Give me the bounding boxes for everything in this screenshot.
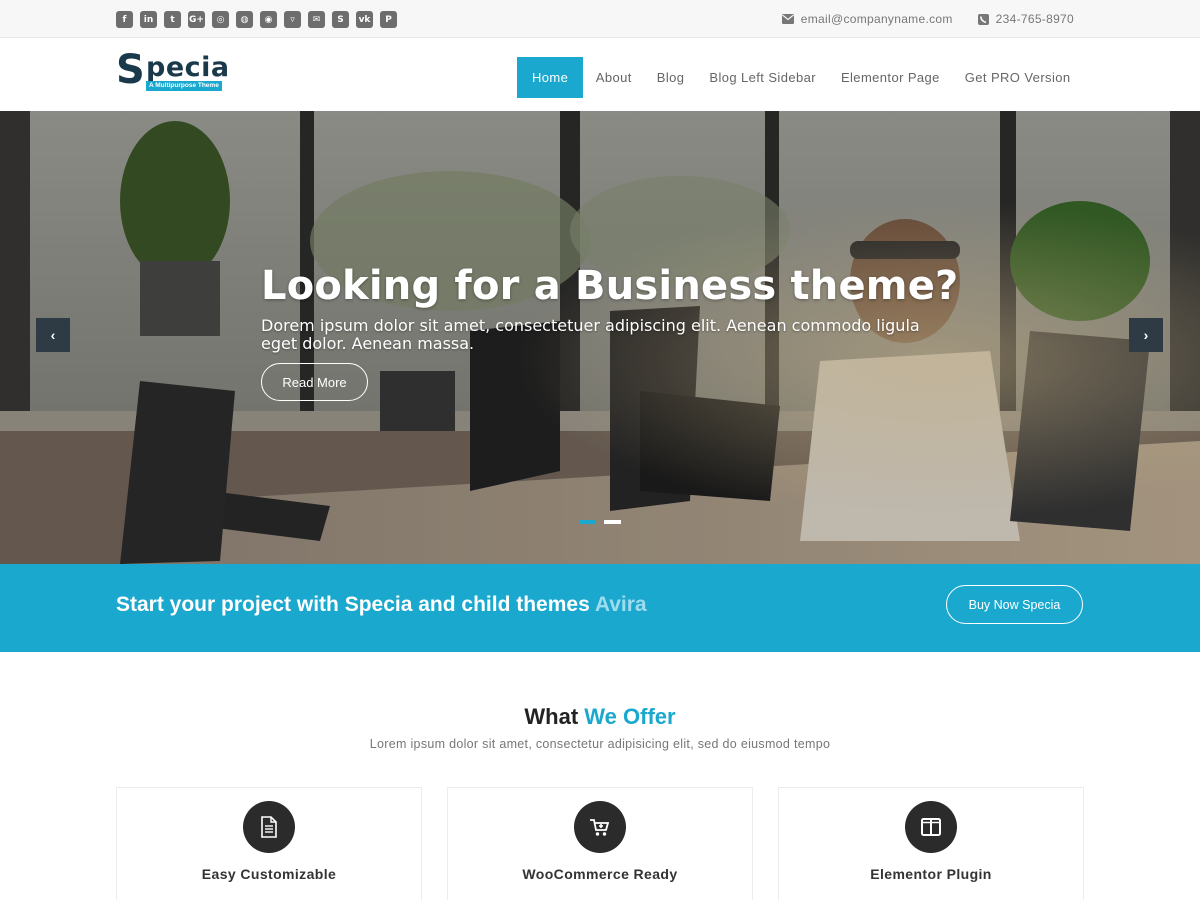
service-card-label: WooCommerce Ready [522, 866, 678, 882]
service-card-woocommerce: WooCommerce Ready [447, 787, 753, 900]
dribbble-icon[interactable]: ◍ [236, 11, 253, 28]
hero-title: Looking for a Business theme? [261, 263, 959, 309]
hero-description: Dorem ipsum dolor sit amet, consectetuer… [261, 316, 920, 353]
service-card-label: Elementor Plugin [870, 866, 992, 882]
contact-info: email@companyname.com 234-765-8970 [782, 12, 1074, 26]
nav-item-home[interactable]: Home [517, 57, 584, 98]
vk-icon[interactable]: vk [356, 11, 373, 28]
call-to-action: Start your project with Specia and child… [0, 564, 1200, 652]
email-icon[interactable]: ✉ [308, 11, 325, 28]
logo-wordmark: pecia [146, 52, 230, 83]
section-title-plain: What [524, 704, 579, 729]
columns-icon [905, 801, 957, 853]
slider-prev-button[interactable]: ‹ [36, 318, 70, 352]
bitbucket-icon[interactable]: ▿ [284, 11, 301, 28]
read-more-button[interactable]: Read More [261, 363, 368, 401]
slider-dot-2[interactable] [604, 520, 621, 524]
instagram-icon[interactable]: ◎ [212, 11, 229, 28]
linkedin-icon[interactable]: in [140, 11, 157, 28]
section-title-accent: We Offer [584, 704, 676, 729]
nav-item-elementor-page[interactable]: Elementor Page [828, 57, 952, 98]
nav-item-blog-left-sidebar[interactable]: Blog Left Sidebar [697, 57, 829, 98]
main-nav: Home About Blog Blog Left Sidebar Elemen… [517, 57, 1083, 98]
google-plus-icon[interactable]: G+ [188, 11, 205, 28]
slider-pagination [579, 520, 621, 524]
cta-text: Start your project with Specia and child… [116, 593, 590, 616]
logo-tagline: A Multipurpose Theme [146, 81, 222, 91]
document-icon [243, 801, 295, 853]
cta-heading: Start your project with Specia and child… [116, 593, 647, 617]
nav-item-get-pro[interactable]: Get PRO Version [952, 57, 1083, 98]
service-card-label: Easy Customizable [201, 866, 337, 882]
slider-dot-1[interactable] [579, 520, 596, 524]
social-links: f in t G+ ◎ ◍ ◉ ▿ ✉ S vk P [116, 11, 397, 28]
service-card-customizable: Easy Customizable [116, 787, 422, 900]
envelope-icon [782, 13, 795, 26]
twitter-icon[interactable]: t [164, 11, 181, 28]
nav-item-blog[interactable]: Blog [644, 57, 697, 98]
github-icon[interactable]: ◉ [260, 11, 277, 28]
phone-icon [977, 13, 990, 26]
chevron-left-icon: ‹ [50, 327, 56, 343]
top-bar: f in t G+ ◎ ◍ ◉ ▿ ✉ S vk P email@company… [0, 0, 1200, 38]
contact-phone[interactable]: 234-765-8970 [996, 12, 1074, 26]
facebook-icon[interactable]: f [116, 11, 133, 28]
contact-email[interactable]: email@companyname.com [801, 12, 953, 26]
section-title: What We Offer [0, 704, 1200, 730]
buy-now-button[interactable]: Buy Now Specia [946, 585, 1083, 624]
site-logo[interactable]: S pecia A Multipurpose Theme [116, 50, 230, 94]
chevron-right-icon: › [1143, 327, 1149, 343]
section-subtitle: Lorem ipsum dolor sit amet, consectetur … [369, 737, 831, 751]
slider-next-button[interactable]: › [1129, 318, 1163, 352]
skype-icon[interactable]: S [332, 11, 349, 28]
cta-accent-text: Avira [594, 593, 647, 616]
nav-item-about[interactable]: About [583, 57, 644, 98]
cart-icon [574, 801, 626, 853]
pinterest-icon[interactable]: P [380, 11, 397, 28]
service-card-elementor: Elementor Plugin [778, 787, 1084, 900]
hero-slider: Looking for a Business theme? Dorem ipsu… [0, 111, 1200, 564]
site-header: S pecia A Multipurpose Theme Home About … [0, 38, 1200, 111]
logo-initial: S [116, 47, 145, 93]
